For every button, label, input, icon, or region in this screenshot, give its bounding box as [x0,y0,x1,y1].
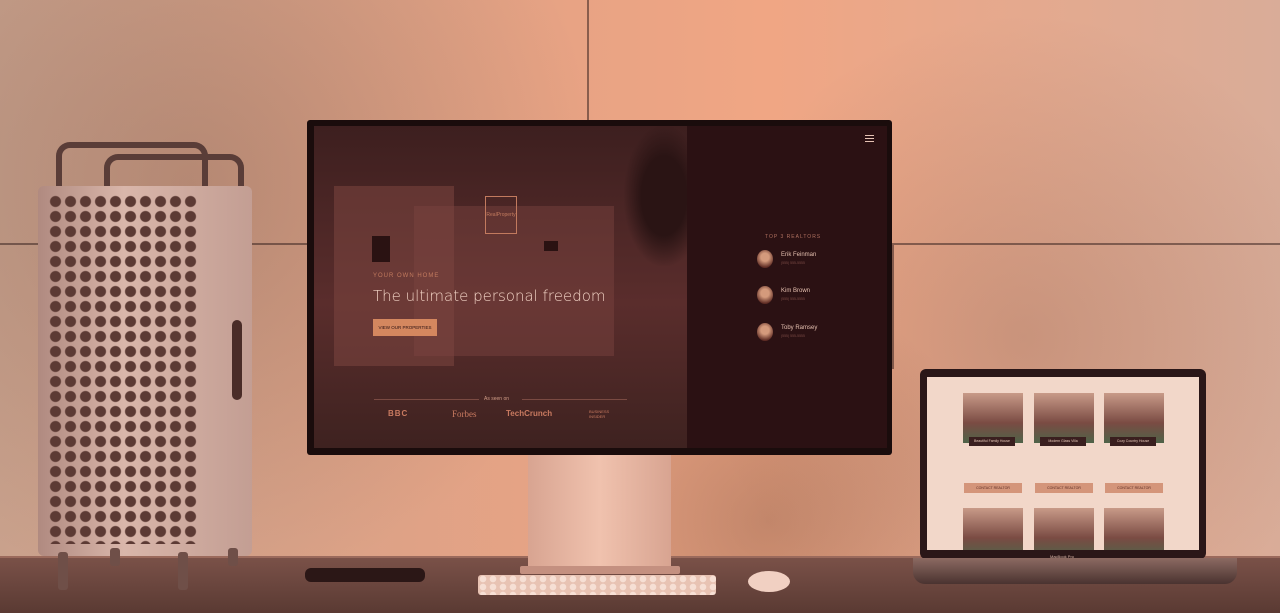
monitor-stand [528,455,671,573]
property-image[interactable] [1034,508,1094,550]
property-image[interactable] [963,393,1023,443]
property-caption: Modern Glass Villa [1040,437,1086,446]
realtors-panel [687,126,887,448]
house-window [372,236,390,262]
laptop-screen: Beautiful Family House Modern Glass Vill… [927,377,1199,550]
property-image[interactable] [1104,508,1164,550]
press-divider [522,399,627,400]
hero-kicker: YOUR OWN HOME [373,273,440,279]
phone [305,568,425,582]
realtor-name: Toby Ramsey [781,325,818,331]
press-divider [374,399,479,400]
avatar [757,323,773,341]
contact-realtor-button[interactable]: CONTACT REALTOR [1105,483,1163,493]
contact-realtor-button[interactable]: CONTACT REALTOR [1035,483,1093,493]
site-logo[interactable]: RealProperty [485,196,517,234]
property-caption: Beautiful Family House [969,437,1015,446]
realtors-title: TOP 3 REALTORS [765,234,822,240]
laptop-brand: MacBook Pro [1050,554,1075,559]
hero-section: RealProperty YOUR OWN HOME The ultimate … [314,126,704,448]
press-logo-forbes: Forbes [452,409,477,419]
view-properties-button[interactable]: VIEW OUR PROPERTIES [373,319,437,336]
avatar [757,286,773,304]
macpro-tower [38,186,252,556]
realtor-name: Kim Brown [781,288,811,294]
house-window [544,241,558,251]
contact-realtor-button[interactable]: CONTACT REALTOR [964,483,1022,493]
property-image[interactable] [963,508,1023,550]
press-logo-bbc: BBC [388,409,409,418]
wall-seam-horizontal-right [892,243,1280,245]
realtor-phone: (555) 555-5555 [781,261,805,265]
macpro-grill [48,194,198,544]
macpro-leg [58,552,68,590]
wall-seam-vertical [587,0,589,120]
macpro-leg [110,548,120,566]
press-label: As seen on [484,396,510,402]
monitor-stand-foot [520,566,680,574]
press-logo-techcrunch: TechCrunch [506,409,553,418]
apple-logo-icon [232,320,242,400]
realtor-name: Erik Feinman [781,252,817,258]
macpro-leg [228,548,238,566]
menu-icon[interactable] [865,133,874,144]
property-caption: Cozy Country House [1110,437,1156,446]
wall-seam-vertical-right [892,245,894,369]
avatar [757,250,773,268]
press-logo-business-insider: BUSINESS INSIDER [589,409,610,419]
keyboard [478,575,716,595]
realtor-phone: (555) 555-5555 [781,334,805,338]
laptop-base [913,558,1237,584]
macpro-leg [178,552,188,590]
property-image[interactable] [1104,393,1164,443]
realtor-phone: (555) 555-5555 [781,297,805,301]
property-image[interactable] [1034,393,1094,443]
hero-title: The ultimate personal freedom [373,287,606,305]
monitor-screen: RealProperty YOUR OWN HOME The ultimate … [314,126,887,448]
mouse [748,571,790,592]
